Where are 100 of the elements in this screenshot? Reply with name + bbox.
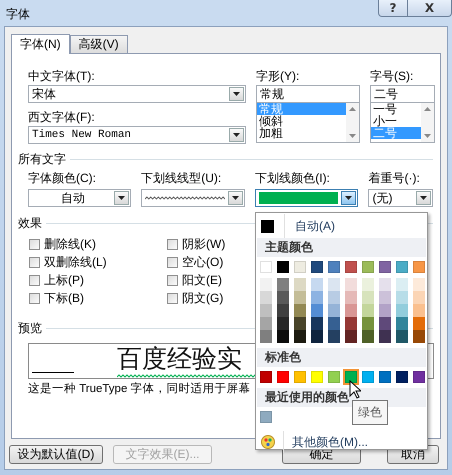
- color-swatch[interactable]: [277, 371, 289, 383]
- color-swatch[interactable]: [328, 317, 340, 330]
- checkbox-option[interactable]: 下标(B): [29, 290, 167, 306]
- color-swatch[interactable]: [311, 261, 323, 273]
- list-item[interactable]: 加粗: [257, 127, 346, 139]
- list-box[interactable]: 常规 倾斜 加粗: [256, 103, 360, 143]
- scrollbar[interactable]: [421, 103, 434, 142]
- list-box[interactable]: 一号 小一 二号: [370, 103, 435, 143]
- color-swatch[interactable]: [345, 371, 357, 383]
- color-swatch[interactable]: [379, 278, 391, 291]
- color-swatch[interactable]: [277, 291, 289, 304]
- color-swatch[interactable]: [362, 304, 374, 317]
- color-swatch[interactable]: [345, 330, 357, 343]
- checkbox[interactable]: [29, 292, 40, 304]
- text-field[interactable]: 常规: [256, 85, 360, 103]
- checkbox-option[interactable]: 双删除线(L): [29, 254, 167, 270]
- color-swatch[interactable]: [328, 371, 340, 383]
- color-swatch[interactable]: [277, 330, 289, 343]
- color-swatch[interactable]: [396, 371, 408, 383]
- color-swatch[interactable]: [260, 278, 272, 291]
- text-field[interactable]: 二号: [370, 85, 435, 103]
- color-swatch[interactable]: [362, 291, 374, 304]
- color-swatch[interactable]: [396, 278, 408, 291]
- color-swatch[interactable]: [345, 278, 357, 291]
- color-swatch[interactable]: [260, 291, 272, 304]
- color-swatch[interactable]: [277, 261, 289, 273]
- color-swatch[interactable]: [379, 330, 391, 343]
- color-swatch[interactable]: [362, 261, 374, 273]
- color-swatch[interactable]: [328, 278, 340, 291]
- close-button[interactable]: X: [408, 0, 452, 17]
- color-swatch[interactable]: [396, 291, 408, 304]
- list-item[interactable]: 小一: [371, 115, 421, 127]
- checkbox-option[interactable]: 空心(O): [167, 254, 287, 270]
- color-swatch[interactable]: [413, 330, 425, 343]
- color-swatch[interactable]: [396, 317, 408, 330]
- checkbox[interactable]: [167, 292, 178, 304]
- color-swatch[interactable]: [379, 261, 391, 273]
- underline-dropdown[interactable]: [141, 189, 246, 207]
- checkbox[interactable]: [167, 256, 178, 268]
- color-swatch[interactable]: [413, 371, 425, 383]
- color-swatch[interactable]: [362, 371, 374, 383]
- checkbox-option[interactable]: 上标(P): [29, 272, 167, 288]
- checkbox[interactable]: [29, 256, 40, 268]
- font-dropdown[interactable]: Times New Roman: [28, 126, 246, 144]
- color-swatch[interactable]: [260, 371, 272, 383]
- color-swatch[interactable]: [311, 291, 323, 304]
- color-swatch[interactable]: [294, 330, 306, 343]
- color-swatch[interactable]: [294, 261, 306, 273]
- color-swatch[interactable]: [277, 317, 289, 330]
- list-item[interactable]: 倾斜: [257, 115, 346, 127]
- checkbox-option[interactable]: 删除线(K): [29, 236, 167, 252]
- color-swatch[interactable]: [260, 304, 272, 317]
- color-swatch[interactable]: [362, 330, 374, 343]
- color-swatch[interactable]: [311, 278, 323, 291]
- color-swatch[interactable]: [277, 304, 289, 317]
- color-swatch[interactable]: [379, 371, 391, 383]
- color-swatch[interactable]: [277, 278, 289, 291]
- color-swatch[interactable]: [260, 317, 272, 330]
- color-swatch[interactable]: [294, 371, 306, 383]
- color-swatch[interactable]: [345, 291, 357, 304]
- color-swatch[interactable]: [260, 261, 272, 273]
- tab[interactable]: 高级(V): [70, 35, 128, 53]
- color-swatch[interactable]: [413, 317, 425, 330]
- color-swatch[interactable]: [345, 261, 357, 273]
- color-swatch[interactable]: [294, 317, 306, 330]
- color-swatch[interactable]: [311, 304, 323, 317]
- checkbox-option[interactable]: 阴文(G): [167, 290, 287, 306]
- color-swatch[interactable]: [328, 261, 340, 273]
- color-swatch[interactable]: [328, 291, 340, 304]
- color-swatch[interactable]: [379, 317, 391, 330]
- color-swatch[interactable]: [311, 317, 323, 330]
- checkbox[interactable]: [167, 238, 178, 250]
- color-swatch[interactable]: [345, 304, 357, 317]
- color-swatch[interactable]: [413, 304, 425, 317]
- tab[interactable]: 字体(N): [11, 34, 70, 54]
- color-swatch[interactable]: [328, 304, 340, 317]
- color-swatch[interactable]: [294, 278, 306, 291]
- color-swatch[interactable]: [294, 304, 306, 317]
- color-swatch[interactable]: [396, 330, 408, 343]
- color-swatch[interactable]: [362, 278, 374, 291]
- scrollbar[interactable]: [346, 103, 359, 142]
- color-swatch[interactable]: [311, 330, 323, 343]
- color-dropdown[interactable]: 自动: [28, 189, 132, 207]
- color-swatch[interactable]: [413, 291, 425, 304]
- help-button[interactable]: ?: [378, 0, 408, 17]
- color-swatch[interactable]: [413, 278, 425, 291]
- checkbox[interactable]: [29, 274, 40, 286]
- color-swatch[interactable]: [379, 304, 391, 317]
- color-dropdown[interactable]: [255, 189, 358, 207]
- color-swatch[interactable]: [413, 261, 425, 273]
- emphasis-dropdown[interactable]: (无): [368, 189, 433, 207]
- button[interactable]: 设为默认值(D): [9, 445, 103, 464]
- color-swatch[interactable]: [345, 317, 357, 330]
- checkbox[interactable]: [167, 274, 178, 286]
- color-swatch[interactable]: [362, 317, 374, 330]
- color-swatch[interactable]: [396, 304, 408, 317]
- color-swatch[interactable]: [396, 261, 408, 273]
- checkbox-option[interactable]: 阳文(E): [167, 272, 287, 288]
- color-swatch[interactable]: [260, 411, 272, 423]
- color-swatch[interactable]: [294, 291, 306, 304]
